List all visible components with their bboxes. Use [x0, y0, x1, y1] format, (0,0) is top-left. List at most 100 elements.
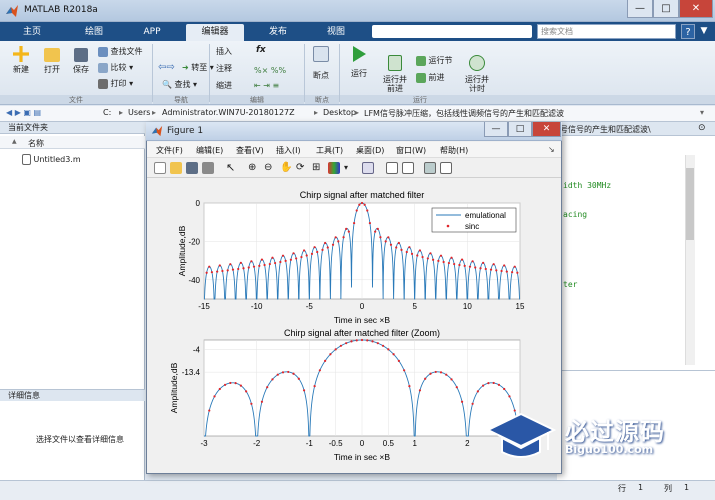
figure-maximize-button[interactable]: □ — [508, 122, 532, 137]
sinc-point — [271, 256, 274, 259]
save-icon[interactable] — [186, 162, 198, 174]
sinc-point — [408, 385, 411, 388]
sinc-point — [432, 258, 435, 261]
insert-button[interactable]: 插入 — [216, 46, 232, 57]
legend-icon[interactable] — [402, 162, 414, 174]
sinc-point — [405, 250, 408, 254]
sinc-point — [416, 254, 419, 257]
print-button[interactable]: 打印 ▾ — [98, 78, 133, 89]
format-icons[interactable]: %× %% ⇤ ⇥ ≡ — [254, 63, 294, 93]
comment-button[interactable]: 注释 — [216, 63, 232, 74]
crumb-drive[interactable]: C: — [103, 108, 111, 117]
run-advance-button[interactable]: 运行并 前进 — [378, 46, 412, 102]
find-button[interactable]: 🔍 查找 ▾ — [162, 79, 197, 90]
sinc-point — [316, 250, 319, 254]
advance-button[interactable]: 前进 — [416, 72, 445, 83]
crumb-sep-icon: ▸ — [152, 108, 157, 117]
filter-icon[interactable]: ▼ — [697, 24, 711, 39]
brush-icon[interactable] — [328, 162, 340, 174]
current-folder-title: 当前文件夹 — [0, 122, 145, 134]
y-tick-labels: 0 -20 -40 — [188, 199, 200, 285]
menu-desktop[interactable]: 桌面(D) — [356, 145, 384, 156]
run-button[interactable]: 运行 — [344, 46, 374, 79]
tab-apps[interactable]: APP — [128, 24, 176, 41]
indent-button[interactable]: 缩进 — [216, 80, 232, 91]
back-forward-button[interactable]: ⇦⇨ — [158, 62, 175, 73]
name-column-header[interactable]: 名称 — [28, 138, 44, 149]
minimize-button[interactable]: — — [627, 0, 653, 18]
group-label-file: 文件 — [0, 95, 152, 104]
tab-view[interactable]: 视图 — [312, 24, 360, 41]
sinc-point — [281, 254, 285, 257]
menu-edit[interactable]: 编辑(E) — [196, 145, 223, 156]
sinc-point — [426, 257, 429, 260]
tab-plots[interactable]: 绘图 — [70, 24, 118, 41]
menu-insert[interactable]: 插入(I) — [276, 145, 301, 156]
zoom-in-icon[interactable]: ⊕ — [248, 162, 260, 174]
browse-icon[interactable]: ▾ — [700, 108, 704, 117]
menu-window[interactable]: 窗口(W) — [396, 145, 426, 156]
sinc-point — [347, 230, 350, 233]
pointer-icon[interactable]: ↖ — [226, 162, 238, 174]
link-plot-icon[interactable] — [362, 162, 374, 174]
sinc-point — [421, 255, 424, 259]
menu-help[interactable]: 帮助(H) — [440, 145, 468, 156]
run-time-button[interactable]: 运行并 计时 — [461, 46, 493, 102]
open-folder-icon[interactable] — [170, 162, 182, 174]
tab-home[interactable]: 主页 — [8, 24, 56, 41]
sinc-point — [258, 264, 261, 267]
figure-minimize-button[interactable]: — — [484, 122, 508, 137]
colorbar-icon[interactable] — [386, 162, 398, 174]
sinc-point — [424, 377, 427, 380]
x-axis-label: Time in sec ×B — [334, 452, 390, 462]
matlab-logo-icon — [151, 125, 163, 137]
sinc-point — [231, 268, 235, 271]
crumb-folder[interactable]: LFM信号脉冲压缩，包括线性调频信号的产生和匹配滤波 — [364, 108, 684, 119]
crumb-desktop[interactable]: Desktop — [323, 108, 356, 117]
hide-tools-icon[interactable] — [424, 162, 436, 174]
run-section-button[interactable]: 运行节 — [416, 55, 453, 66]
crumb-admin[interactable]: Administrator.WIN7U-20180127Z — [162, 108, 295, 117]
print-icon[interactable] — [202, 162, 214, 174]
figure-close-button[interactable]: ✕ — [532, 122, 561, 137]
sinc-point — [487, 382, 490, 385]
compare-button[interactable]: 比较 ▾ — [98, 62, 133, 73]
crumb-users[interactable]: Users — [128, 108, 150, 117]
new-figure-icon[interactable] — [154, 162, 166, 174]
menu-tools[interactable]: 工具(T) — [316, 145, 343, 156]
pan-icon[interactable]: ✋ — [280, 162, 292, 174]
editor-menu-icon[interactable]: ⊙ — [698, 123, 706, 133]
save-button[interactable]: 保存 — [69, 46, 93, 75]
menu-file[interactable]: 文件(F) — [156, 145, 183, 156]
sinc-point — [450, 378, 453, 381]
scrollbar-thumb[interactable] — [686, 168, 694, 240]
data-cursor-icon[interactable]: ⊞ — [312, 162, 324, 174]
dock-arrow-icon[interactable]: ↘ — [548, 145, 555, 154]
brush-dropdown-icon[interactable]: ▾ — [344, 162, 356, 174]
search-docs-input[interactable]: 搜索文档 — [537, 24, 676, 39]
fx-button[interactable]: fx — [256, 45, 266, 55]
new-button[interactable]: 新建 — [8, 46, 34, 75]
details-title: 详细信息 — [0, 389, 145, 401]
sort-icon[interactable]: ▲ — [12, 138, 17, 145]
show-tools-icon[interactable] — [440, 162, 452, 174]
breakpoints-button[interactable]: 断点 — [308, 46, 334, 81]
file-item[interactable]: Untitled3.m — [22, 154, 81, 165]
tab-publish[interactable]: 发布 — [254, 24, 302, 41]
close-button[interactable]: ✕ — [679, 0, 713, 18]
sinc-point — [337, 240, 340, 243]
zoom-out-icon[interactable]: ⊖ — [264, 162, 276, 174]
open-button[interactable]: 打开 — [40, 46, 64, 75]
find-files-button[interactable]: 查找文件 — [98, 46, 143, 57]
tab-editor[interactable]: 编辑器 — [186, 24, 244, 41]
find-files-icon — [98, 46, 108, 57]
sinc-point — [453, 262, 456, 266]
sinc-point — [292, 372, 295, 375]
nav-arrows-icon[interactable]: ◀ ▶ ▣ ▤ — [6, 108, 41, 117]
maximize-button[interactable]: □ — [653, 0, 679, 18]
m-file-icon — [22, 154, 31, 165]
rotate-icon[interactable]: ⟳ — [296, 162, 308, 174]
legend[interactable]: emulational sinc — [431, 207, 517, 233]
menu-view[interactable]: 查看(V) — [236, 145, 264, 156]
help-icon[interactable]: ? — [681, 24, 695, 39]
